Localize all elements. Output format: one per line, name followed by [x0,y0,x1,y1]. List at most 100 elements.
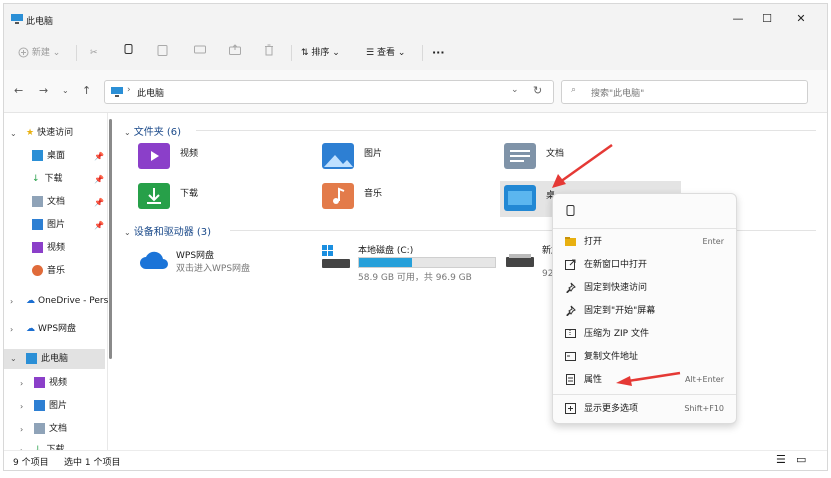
video-folder-icon [138,143,170,169]
desktop-icon [32,150,43,161]
sidebar-item-wps[interactable]: ☁ WPS网盘 [26,319,76,339]
divider [196,130,816,131]
breadcrumb-chevron-icon: › [127,85,131,95]
plus-circle-icon [18,47,29,58]
sidebar-item-pc-documents[interactable]: 文档 [34,419,67,439]
sidebar-item-videos[interactable]: 视频 [32,238,65,258]
expand-chevron-icon[interactable]: › [10,325,13,334]
new-button[interactable]: 新建 ⌄ [18,44,60,62]
new-label: 新建 [31,48,50,58]
devices-section-header[interactable]: ⌄ 设备和驱动器 (3) [124,223,211,238]
menu-item-pin-quick-access[interactable]: 固定到快速访问 [553,277,736,299]
sort-label: 排序 [311,48,330,58]
share-icon[interactable] [229,44,241,62]
menu-item-open-new-window[interactable]: 在新窗口中打开 [553,254,736,276]
refresh-icon[interactable]: ↻ [533,84,542,97]
expand-chevron-icon[interactable]: › [10,297,13,306]
status-bar: 9 个项目 选中 1 个项目 ☰ ▭ [4,450,827,470]
wps-cloud-drive[interactable]: WPS网盘 双击进入WPS网盘 [138,245,308,285]
cut-icon[interactable]: ✂ [90,44,98,62]
expand-chevron-icon[interactable]: ⌄ [10,129,17,138]
folder-downloads[interactable]: 下载 [138,183,288,217]
star-icon: ★ [26,128,35,138]
folder-videos[interactable]: 视频 [138,143,288,177]
expand-chevron-icon[interactable]: › [20,402,23,411]
search-icon: ⌕ [571,85,577,95]
document-icon [34,423,45,434]
disk-usage-bar [358,257,496,268]
folder-documents[interactable]: 文档 [504,143,654,177]
maximize-button[interactable]: ☐ [756,10,778,28]
window-title: 此电脑 [26,17,54,27]
pc-icon [11,14,23,24]
sidebar-item-this-pc[interactable]: ⌄ 此电脑 [4,349,105,369]
picture-icon [32,219,43,230]
cloud-icon: ☁ [26,296,35,306]
folders-section-header[interactable]: ⌄ 文件夹 (6) [124,123,181,138]
address-bar[interactable]: › 此电脑 ⌄ ↻ [104,80,554,104]
sidebar-item-onedrive[interactable]: ☁ OneDrive - Pers [26,291,108,311]
details-view-icon[interactable]: ☰ [776,453,786,466]
recent-chevron-icon[interactable]: ⌄ [62,86,69,95]
menu-item-compress-zip[interactable]: 压缩为 ZIP 文件 [553,323,736,345]
sidebar-item-desktop[interactable]: 桌面 [32,146,65,166]
history-chevron-icon[interactable]: ⌄ [511,85,519,95]
pin-icon: 📌 [94,198,104,207]
delete-icon[interactable] [264,44,274,62]
menu-item-pin-start[interactable]: 固定到"开始"屏幕 [553,300,736,322]
pin-icon: 📌 [94,175,104,184]
sidebar-item-pc-videos[interactable]: 视频 [34,373,67,393]
cloud-icon: ☁ [26,324,35,334]
minimize-button[interactable]: — [727,10,749,28]
selection-count: 选中 1 个项目 [64,458,121,468]
local-disk-c[interactable]: 本地磁盘 (C:) 58.9 GB 可用，共 96.9 GB [320,243,510,287]
menu-item-open[interactable]: 打开 Enter [553,231,736,253]
breadcrumb[interactable]: 此电脑 [137,86,164,99]
menu-item-properties[interactable]: 属性 Alt+Enter [553,369,736,391]
download-folder-icon [138,183,170,209]
zip-folder-icon [565,329,576,338]
folder-open-icon [565,237,576,246]
pc-icon [26,353,37,364]
sort-button[interactable]: ⇅ 排序 ⌄ [301,44,340,62]
search-input[interactable]: ⌕ 搜索"此电脑" [561,80,808,104]
address-row: ← → ⌄ ↑ › 此电脑 ⌄ ↻ ⌕ 搜索"此电脑" [4,70,827,113]
view-label: 查看 [376,48,395,58]
forward-arrow-icon[interactable]: → [39,84,48,97]
sidebar-item-pictures[interactable]: 图片 [32,215,65,235]
desktop-folder-icon [504,185,536,211]
item-count: 9 个项目 [13,458,49,468]
view-button[interactable]: ☰ 查看 ⌄ [366,44,405,62]
copy-icon[interactable] [123,44,134,62]
copy-path-icon [565,352,576,361]
picture-folder-icon [322,143,354,169]
menu-item-show-more-options[interactable]: 显示更多选项 Shift+F10 [553,398,736,420]
open-new-window-icon [565,259,576,270]
sidebar-item-pc-pictures[interactable]: 图片 [34,396,67,416]
more-button[interactable]: ··· [432,44,445,62]
copy-icon[interactable] [565,205,576,217]
collapse-chevron-icon: ⌄ [10,354,17,363]
pin-icon: 📌 [94,221,104,230]
sidebar-item-quick-access[interactable]: ★ 快速访问 [26,123,73,143]
paste-icon[interactable] [157,44,168,62]
back-arrow-icon[interactable]: ← [14,84,23,97]
view-icon: ☰ [366,48,375,58]
music-icon [32,265,43,276]
tiles-view-icon[interactable]: ▭ [796,453,806,466]
expand-chevron-icon[interactable]: › [20,379,23,388]
rename-icon[interactable] [194,44,206,62]
picture-icon [34,400,45,411]
up-arrow-icon[interactable]: ↑ [82,84,91,97]
video-icon [32,242,43,253]
sidebar-item-documents[interactable]: 文档 [32,192,65,212]
expand-chevron-icon[interactable]: › [20,425,23,434]
properties-icon [566,374,575,385]
folder-pictures[interactable]: 图片 [322,143,472,177]
sidebar-item-downloads[interactable]: ↓ 下载 [32,169,63,189]
close-button[interactable]: ✕ [790,10,812,28]
folder-music[interactable]: 音乐 [322,183,472,217]
sidebar-item-music[interactable]: 音乐 [32,261,65,281]
video-icon [34,377,45,388]
menu-item-copy-path[interactable]: 复制文件地址 [553,346,736,368]
